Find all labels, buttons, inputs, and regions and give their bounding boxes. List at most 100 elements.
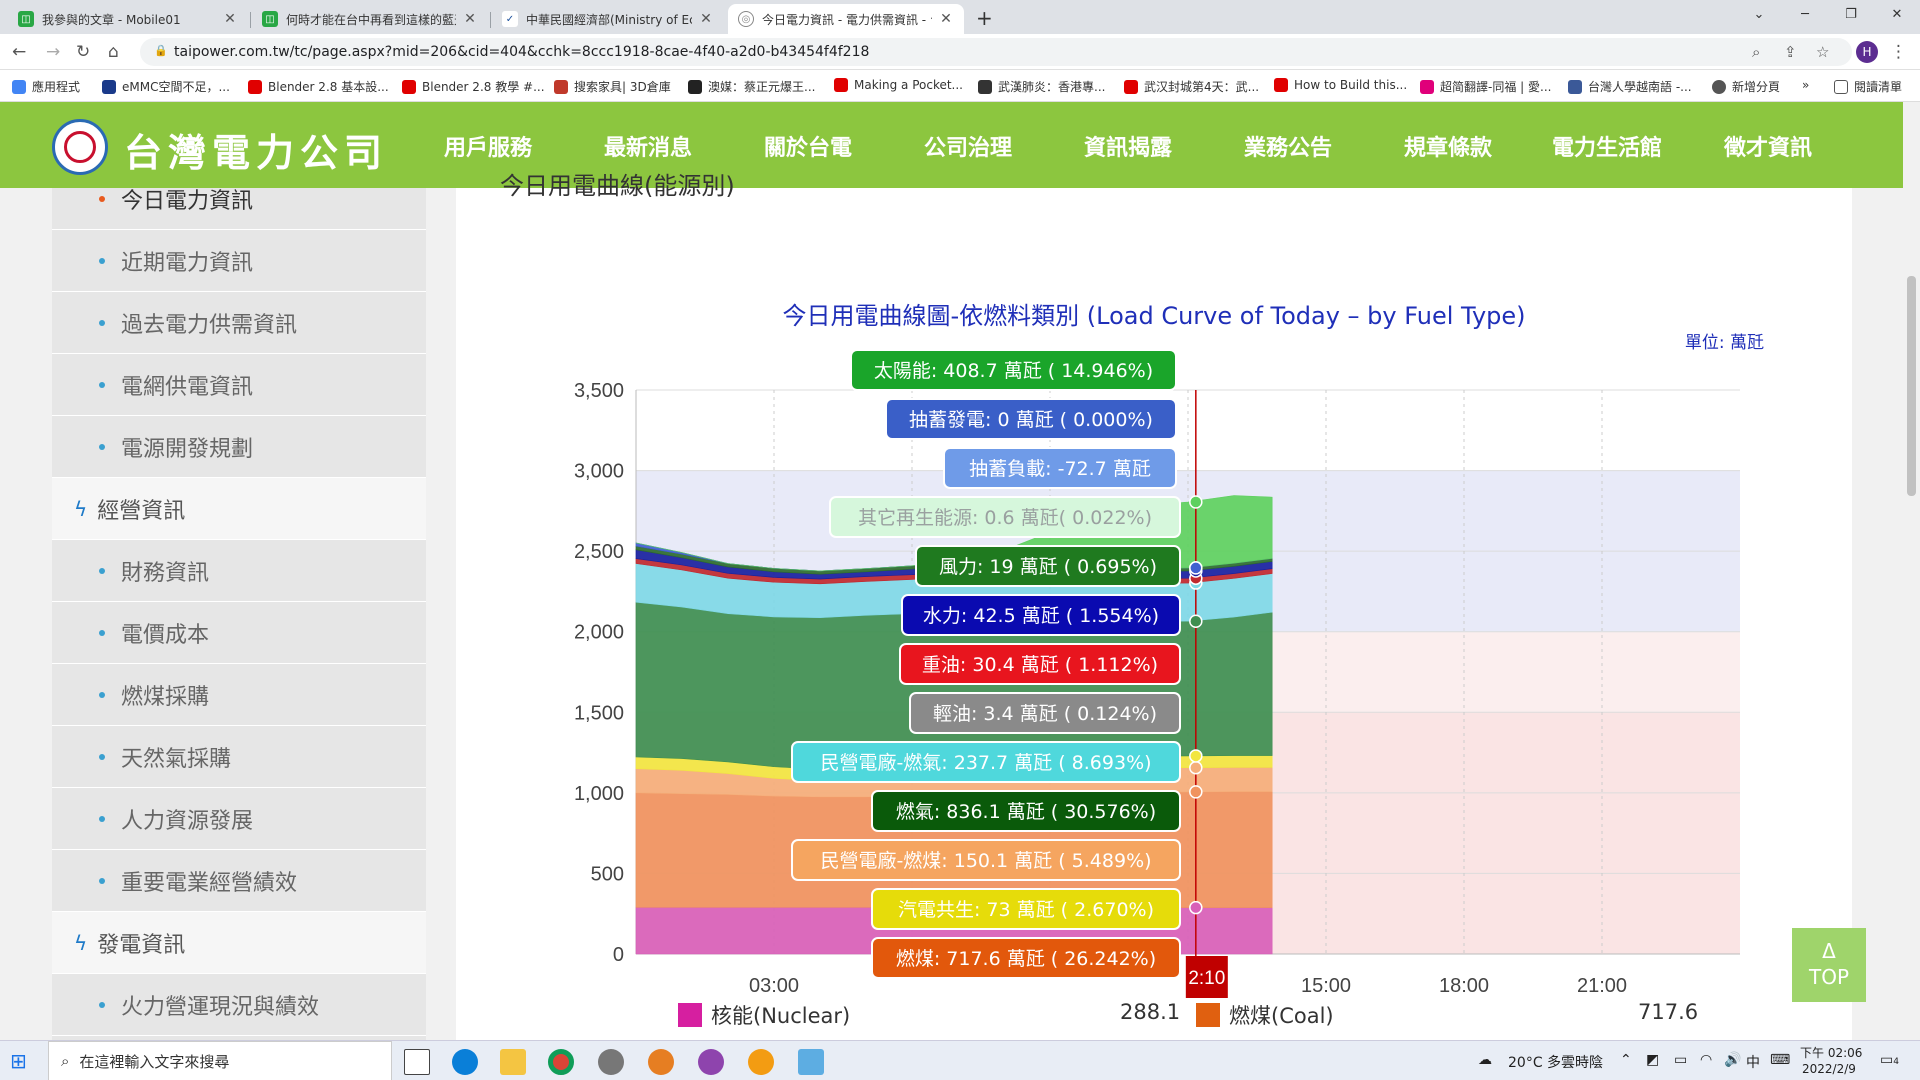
app-icon[interactable]	[698, 1049, 724, 1075]
window-close-button[interactable]: ✕	[1874, 0, 1920, 30]
tab-bluesky[interactable]: ◫ 何時才能在台中再看到這樣的藍天 ✕	[252, 4, 488, 34]
keyboard-icon[interactable]: ⌨	[1770, 1052, 1790, 1068]
app-icon[interactable]	[798, 1049, 824, 1075]
forward-button[interactable]: →	[46, 42, 60, 62]
bookmark-item[interactable]: 新增分頁	[1712, 78, 1780, 95]
tab-moea[interactable]: ✓ 中華民國經濟部(Ministry of Econ ✕	[492, 4, 724, 34]
youtube-icon	[834, 78, 848, 92]
chart-tooltip-text: 汽電共生: 73 萬瓩 ( 2.670%)	[898, 899, 1154, 921]
wifi-icon[interactable]: ◠	[1700, 1052, 1712, 1068]
notification-icon[interactable]: ▭4	[1880, 1052, 1899, 1068]
sidebar-item-grid-supply[interactable]: 電網供電資訊	[52, 354, 426, 416]
task-view-icon[interactable]	[404, 1049, 430, 1075]
file-explorer-icon[interactable]	[500, 1049, 526, 1075]
volume-icon[interactable]: 🔊	[1724, 1052, 1741, 1068]
nav-news[interactable]: 最新消息	[604, 130, 692, 162]
bookmark-item[interactable]: Making a Pocket...	[834, 78, 963, 92]
profile-avatar[interactable]: H	[1856, 41, 1878, 63]
tab-search-icon[interactable]: ⌄	[1736, 0, 1782, 30]
sidebar-item-recent-power[interactable]: 近期電力資訊	[52, 230, 426, 292]
sidebar-item-performance[interactable]: 重要電業經營績效	[52, 850, 426, 912]
clock-time[interactable]: 下午 02:06	[1800, 1044, 1862, 1061]
share-icon[interactable]: ⇪	[1784, 43, 1797, 61]
y-tick-label: 0	[613, 944, 624, 966]
back-to-top-button[interactable]: Δ TOP	[1792, 928, 1866, 1002]
nav-governance[interactable]: 公司治理	[924, 130, 1012, 162]
nav-careers[interactable]: 徵才資訊	[1724, 130, 1812, 162]
weather-text[interactable]: 20°C 多雲時陰	[1508, 1052, 1603, 1072]
edge-icon[interactable]	[452, 1049, 478, 1075]
minimize-button[interactable]: ─	[1782, 0, 1828, 30]
site-logo-text[interactable]: 台灣電力公司	[124, 122, 388, 177]
crosshair-marker	[1189, 495, 1203, 509]
bookmarks-overflow-button[interactable]: »	[1802, 78, 1809, 92]
nav-customer-service[interactable]: 用戶服務	[444, 130, 532, 162]
address-bar[interactable]: 🔒 taipower.com.tw/tc/page.aspx?mid=206&c…	[140, 38, 1852, 66]
nav-announcements[interactable]: 業務公告	[1244, 130, 1332, 162]
zoom-icon[interactable]: ⌕	[1752, 43, 1760, 61]
bookmark-item[interactable]: 搜索家具| 3D倉庫	[554, 78, 671, 95]
tab-mobile01[interactable]: ◫ 我參與的文章 - Mobile01 ✕	[8, 4, 248, 34]
maximize-button[interactable]: ❐	[1828, 0, 1874, 30]
star-icon[interactable]: ☆	[1816, 43, 1829, 61]
close-icon[interactable]: ✕	[938, 11, 954, 27]
nav-regulations[interactable]: 規章條款	[1404, 130, 1492, 162]
app-icon[interactable]	[648, 1049, 674, 1075]
bookmark-item[interactable]: Blender 2.8 基本設...	[248, 78, 389, 95]
reading-list-button[interactable]: 閱讀清單	[1834, 78, 1902, 95]
y-tick-label: 2,500	[574, 541, 624, 563]
tab-taipower[interactable]: ◎ 今日電力資訊 - 電力供需資訊 - 台 ✕	[728, 4, 964, 34]
bookmark-item[interactable]: How to Build this...	[1274, 78, 1407, 92]
bookmark-item[interactable]: 澳媒：蔡正元爆王...	[688, 78, 815, 95]
nav-about[interactable]: 關於台電	[764, 130, 852, 162]
sidebar-item-thermal[interactable]: 火力營運現況與績效	[52, 974, 426, 1036]
chart-tooltip-text: 民營電廠-燃煤: 150.1 萬瓩 ( 5.489%)	[820, 849, 1151, 872]
sidebar-item-past-supply[interactable]: 過去電力供需資訊	[52, 292, 426, 354]
bookmark-item[interactable]: 超简翻譯-同福 | 愛...	[1420, 78, 1551, 95]
network-icon[interactable]: ◩	[1646, 1052, 1659, 1068]
reload-button[interactable]: ↻	[76, 42, 90, 62]
close-icon[interactable]: ✕	[222, 11, 238, 27]
legend-nuclear[interactable]: 核能(Nuclear)	[678, 1000, 850, 1030]
sidebar-item-gas-purchase[interactable]: 天然氣採購	[52, 726, 426, 788]
sidebar-item-finance[interactable]: 財務資訊	[52, 540, 426, 602]
tray-chevron-icon[interactable]: ⌃	[1620, 1052, 1632, 1068]
chrome-icon[interactable]	[548, 1049, 574, 1075]
bookmark-apps[interactable]: 應用程式	[12, 78, 80, 95]
taipower-logo-icon[interactable]	[52, 119, 108, 175]
new-tab-button[interactable]: +	[976, 6, 993, 30]
weather-icon[interactable]: ☁	[1478, 1052, 1492, 1068]
clock-date[interactable]: 2022/2/9	[1802, 1062, 1856, 1076]
back-button[interactable]: ←	[12, 42, 26, 62]
close-icon[interactable]: ✕	[462, 11, 478, 27]
nav-power-life[interactable]: 電力生活館	[1552, 130, 1662, 162]
sidebar-item-power-planning[interactable]: 電源開發規劃	[52, 416, 426, 478]
sidebar-section-generation[interactable]: ϟ 發電資訊	[52, 912, 426, 974]
blender-icon[interactable]	[748, 1049, 774, 1075]
taskbar-search-box[interactable]: ⌕ 在這裡輸入文字來搜尋	[48, 1041, 392, 1080]
page-scrollbar[interactable]	[1903, 102, 1920, 1040]
app-icon[interactable]	[598, 1049, 624, 1075]
windows-start-icon[interactable]: ⊞	[10, 1049, 36, 1075]
load-curve-chart[interactable]: 0 500 1,000 1,500 2,000 2,500 3,000 3,500 03:00 1…	[456, 348, 1852, 1008]
battery-icon[interactable]: ▭	[1674, 1052, 1687, 1068]
scrollbar-thumb[interactable]	[1907, 276, 1916, 496]
bookmark-item[interactable]: 武汉封城第4天：武...	[1124, 78, 1259, 95]
bookmark-item[interactable]: eMMC空間不足，...	[102, 78, 230, 95]
sidebar-item-today-power[interactable]: 今日電力資訊	[52, 188, 426, 230]
sidebar-item-price-cost[interactable]: 電價成本	[52, 602, 426, 664]
bookmark-item[interactable]: 台灣人學越南語 -...	[1568, 78, 1692, 95]
legend-coal[interactable]: 燃煤(Coal)	[1196, 1000, 1334, 1030]
menu-kebab-icon[interactable]: ⋮	[1890, 42, 1907, 62]
close-icon[interactable]: ✕	[698, 11, 714, 27]
nav-disclosure[interactable]: 資訊揭露	[1084, 130, 1172, 162]
sidebar-item-hr[interactable]: 人力資源發展	[52, 788, 426, 850]
bookmark-item[interactable]: 武漢肺炎：香港專...	[978, 78, 1105, 95]
ime-indicator[interactable]: 中	[1746, 1052, 1760, 1072]
crosshair-marker	[1189, 614, 1203, 628]
sidebar-section-operations[interactable]: ϟ 經營資訊	[52, 478, 426, 540]
browser-tab-bar: ◫ 我參與的文章 - Mobile01 ✕ ◫ 何時才能在台中再看到這樣的藍天 …	[0, 0, 1920, 34]
bookmark-item[interactable]: Blender 2.8 教學 #...	[402, 78, 545, 95]
sidebar-item-coal-purchase[interactable]: 燃煤採購	[52, 664, 426, 726]
home-icon[interactable]: ⌂	[108, 42, 119, 62]
